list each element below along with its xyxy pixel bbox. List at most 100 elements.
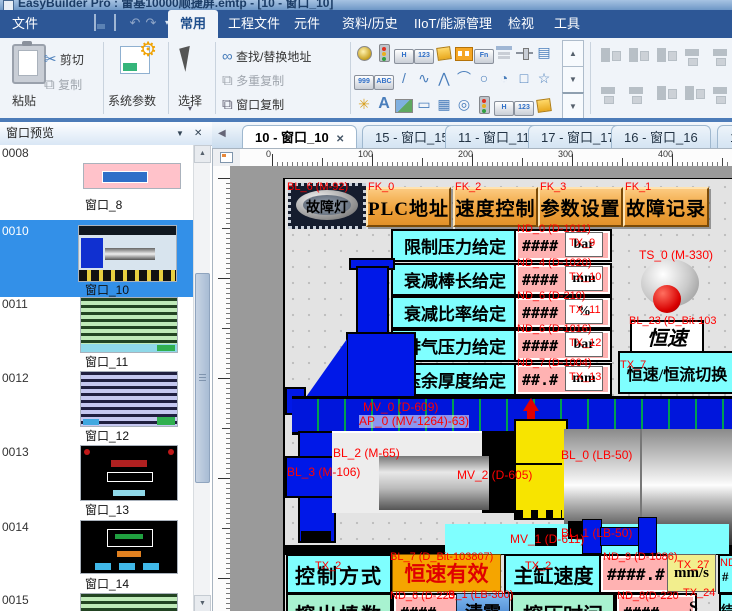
menu-tab-home[interactable]: 常用 [168, 10, 218, 38]
tab-window-partial[interactable]: 1 [717, 125, 732, 149]
align-right-icon[interactable] [654, 46, 678, 65]
align-center-icon[interactable] [626, 46, 650, 65]
window-label[interactable]: 窗口_13 [85, 501, 129, 518]
panel-close-icon[interactable]: ✕ [194, 122, 202, 145]
slider-icon[interactable] [514, 40, 534, 64]
menu-tab-iiot[interactable]: IIoT/能源管理 [402, 10, 504, 38]
picture-icon[interactable] [394, 92, 414, 116]
thumbnail-window-12[interactable] [80, 371, 178, 427]
find-replace-button[interactable]: ∞ 查找/替换地址 [222, 48, 311, 65]
main-cylinder-speed-label[interactable]: 主缸速度 [504, 554, 603, 594]
param-label-limit-pressure[interactable]: 限制压力给定 [391, 229, 519, 262]
function-key-icon[interactable] [434, 40, 454, 64]
thumbnail-window-13[interactable] [80, 445, 178, 501]
menu-tab-view[interactable]: 检视 [496, 10, 546, 38]
multi-copy-button[interactable]: ⧉ 多重复制 [222, 72, 284, 89]
text-icon[interactable]: A [374, 92, 394, 116]
same-size-icon[interactable] [682, 84, 706, 103]
word-lamp-icon[interactable] [374, 40, 394, 64]
align-middle-icon[interactable] [710, 46, 732, 65]
bit-lamp-icon[interactable] [354, 40, 374, 64]
scrollbar-thumb[interactable] [195, 273, 210, 483]
window-label[interactable]: 窗口_10 [85, 281, 129, 298]
select-caret-icon[interactable]: ▾ [188, 104, 192, 113]
copy-button[interactable]: ⧉ 复制 [44, 76, 82, 93]
arc-icon[interactable]: ⌒ [454, 66, 474, 90]
window-label[interactable]: 窗口_11 [85, 353, 128, 370]
panel-scrollbar[interactable]: ▲ ▼ [193, 145, 210, 611]
param-label-decay-length[interactable]: 衰减棒长给定 [391, 263, 519, 296]
numeric-display-icon[interactable]: H [494, 92, 514, 116]
export-icon[interactable] [106, 14, 124, 32]
menu-tab-object[interactable]: 元件 [282, 10, 332, 38]
thumbnail-window-10[interactable] [78, 225, 177, 282]
frame-icon[interactable]: ▭ [414, 92, 434, 116]
thumbnail-window-15[interactable] [80, 593, 178, 611]
ruler-corner[interactable] [212, 148, 242, 168]
system-params-icon[interactable] [120, 46, 150, 74]
menu-tab-data[interactable]: 资料/历史 [330, 10, 410, 38]
toggle-switch-icon[interactable] [454, 40, 474, 64]
set-word-icon[interactable]: 123 [414, 40, 434, 64]
hmi-canvas-window-10[interactable]: 故障灯 BL_6 (M-92) PLC地址 FK_0 速度控制 FK_2 参数设… [283, 178, 732, 611]
circle-icon[interactable]: ○ [474, 66, 494, 90]
traffic-light-icon[interactable] [474, 92, 494, 116]
window-label[interactable]: 窗口_14 [85, 575, 129, 592]
ascii-display-icon[interactable]: 123 [514, 92, 534, 116]
thumbnail-window-11[interactable] [80, 297, 178, 353]
thumbnail-window-14[interactable] [80, 520, 178, 574]
tab-window-10[interactable]: 10 - 窗口_10 ✕ [242, 125, 357, 149]
rectangle-icon[interactable]: □ [514, 66, 534, 90]
distribute-vertical-icon[interactable] [626, 84, 650, 103]
polyline-icon[interactable]: ⋀ [434, 66, 454, 90]
thumbnail-window-8[interactable] [83, 163, 181, 189]
pipe-icon[interactable]: ✳ [354, 92, 374, 116]
distribute-horizontal-icon[interactable] [654, 84, 678, 103]
tag-icon[interactable] [534, 92, 554, 116]
window-copy-button[interactable]: ⧉ 窗口复制 [222, 96, 284, 113]
rod-count-label[interactable]: 榨出棒数 [286, 593, 392, 611]
star-icon[interactable]: ☆ [534, 66, 554, 90]
tab-close-icon[interactable]: ✕ [336, 134, 344, 145]
toggle-knob[interactable] [653, 285, 681, 313]
lamp-icon[interactable]: ◎ [454, 92, 474, 116]
palette-scroll-up-icon[interactable]: ▲ [562, 40, 584, 67]
menu-tab-tool[interactable]: 工具 [542, 10, 592, 38]
align-top-icon[interactable] [682, 46, 706, 65]
param-label-decay-ratio[interactable]: 衰减比率给定 [391, 296, 519, 329]
panel-collapse-icon[interactable]: ▼ [176, 122, 184, 145]
press-time-label[interactable]: 榨压时间 [511, 593, 615, 611]
align-bottom-icon[interactable] [598, 84, 622, 103]
palette-expand-icon[interactable]: ▼ [562, 92, 584, 120]
scrollbar-up-icon[interactable]: ▲ [194, 145, 211, 163]
menu-file[interactable]: 文件 [0, 10, 50, 38]
combo-button-icon[interactable] [494, 40, 514, 64]
table-icon[interactable]: ▦ [434, 92, 454, 116]
pie-icon[interactable]: ◔ [494, 66, 514, 90]
align-left-icon[interactable] [598, 46, 622, 65]
palette-scroll-down-icon[interactable]: ▼ [562, 66, 584, 93]
set-bit-icon[interactable]: H [394, 40, 414, 64]
tab-scroll-left-icon[interactable]: ◀ [218, 128, 226, 139]
paste-icon[interactable] [12, 44, 46, 84]
save-icon[interactable] [86, 14, 104, 32]
window-label[interactable]: 窗口_8 [85, 196, 122, 213]
mode-switch-button[interactable]: 恒速/恒流切换 [618, 351, 732, 394]
address-tag: BL_0 (LB-50) [561, 449, 632, 462]
window-label[interactable]: 窗口_12 [85, 427, 129, 444]
menu-tab-project[interactable]: 工程文件 [216, 10, 292, 38]
freeform-line-icon[interactable]: ∿ [414, 66, 434, 90]
line-icon[interactable]: / [394, 66, 414, 90]
paste-button[interactable]: 粘贴 [12, 92, 36, 109]
system-params-button[interactable]: 系统参数 [108, 92, 156, 109]
ascii-input-icon[interactable]: ABC [374, 66, 394, 90]
select-cursor-icon[interactable] [182, 46, 200, 70]
center-in-window-icon[interactable] [710, 84, 732, 103]
numeric-input-icon[interactable]: 999 [354, 66, 374, 90]
macro-button-icon[interactable]: Fn [474, 40, 494, 64]
cut-button[interactable]: ✂ 剪切 [44, 50, 84, 68]
address-tag: MV_0 (D-609) [363, 401, 438, 414]
tab-window-16[interactable]: 16 - 窗口_16 [611, 125, 711, 149]
scrollbar-down-icon[interactable]: ▼ [194, 595, 211, 611]
option-list-icon[interactable]: ▤ [534, 40, 554, 64]
